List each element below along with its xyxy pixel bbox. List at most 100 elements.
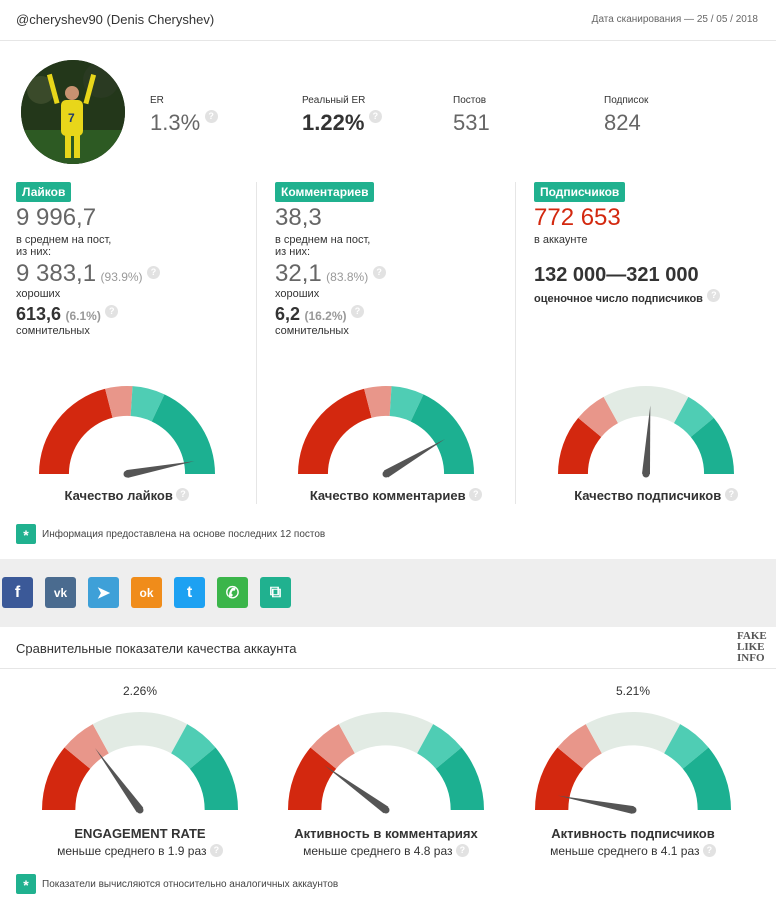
comments-quality-gauge <box>298 386 474 478</box>
comments-doubt-caption: сомнительных <box>275 325 349 337</box>
gauge-segment <box>585 712 681 754</box>
help-icon[interactable]: ? <box>702 844 716 857</box>
help-icon[interactable]: ? <box>209 844 223 857</box>
likes-avg-caption: в среднем на пост, <box>16 234 112 246</box>
svg-text:7: 7 <box>68 111 75 125</box>
compare-divider <box>0 668 776 669</box>
copy-icon: ⧉ <box>269 583 282 601</box>
engagement-rate-gauge <box>42 712 238 814</box>
help-icon[interactable]: ? <box>707 289 721 302</box>
comment-activity-gauge <box>288 712 484 814</box>
gauge-needle <box>557 795 634 814</box>
subs-value: 824 <box>604 110 641 135</box>
comments-tag: Комментариев <box>275 182 375 202</box>
likes-avg: 9 996,7 <box>16 204 97 231</box>
likes-good-pct: (93.9%) <box>100 270 143 284</box>
gauge-hub <box>123 470 131 478</box>
help-icon[interactable]: ? <box>368 110 382 123</box>
twitter-share-button[interactable]: t <box>174 577 205 608</box>
comments-doubt: 6,2 <box>275 304 301 324</box>
gauge-segment <box>92 712 188 754</box>
odnoklassniki-share-button[interactable]: ok <box>131 577 162 608</box>
header-title: @cheryshev90 (Denis Cheryshev) <box>16 12 215 27</box>
followers-gauge-title: Качество подписчиков <box>574 488 722 503</box>
comments-good: 32,1 <box>275 260 322 287</box>
followers-column: Подписчиков 772 653 в аккаунте 132 000—3… <box>534 182 764 307</box>
followers-compare-text: меньше среднего в 4.1 раз <box>550 844 700 858</box>
likes-good: 9 383,1 <box>16 260 97 287</box>
er-value: 1.3% <box>150 110 201 135</box>
er-label: ER <box>150 95 164 106</box>
gauge-segment <box>410 394 474 474</box>
help-icon[interactable]: ? <box>105 304 119 318</box>
followers-estimate-caption: оценочное число подписчиков <box>534 293 703 305</box>
likes-good-caption: хороших <box>16 288 61 300</box>
gauge-needle <box>324 765 389 814</box>
subs-label: Подписок <box>604 95 649 106</box>
gauge-hub <box>136 806 144 814</box>
note-last-posts: Информация предоставлена на основе после… <box>42 528 326 540</box>
telegram-share-button[interactable]: ➤ <box>88 577 119 608</box>
comments-good-pct: (83.8%) <box>326 270 369 284</box>
asterisk-icon: * <box>16 874 36 894</box>
gauge-needle <box>383 439 446 478</box>
likes-doubt-pct: (6.1%) <box>65 309 101 323</box>
likes-doubt: 613,6 <box>16 304 62 324</box>
followers-estimate: 132 000—321 000 <box>534 264 699 286</box>
note-relative: Показатели вычисляются относительно анал… <box>42 878 339 890</box>
er-compare-text: меньше среднего в 1.9 раз <box>57 844 207 858</box>
comments-good-caption: хороших <box>275 288 320 300</box>
gauge-segment <box>298 388 372 474</box>
help-icon[interactable]: ? <box>147 265 161 279</box>
help-icon[interactable]: ? <box>724 488 738 501</box>
followers-tag: Подписчиков <box>534 182 626 202</box>
comments-column: Комментариев 38,3 в среднем на пост, из … <box>275 182 505 337</box>
comments-avg: 38,3 <box>275 204 322 231</box>
gauge-hub <box>382 470 390 478</box>
likes-quality-gauge <box>39 386 215 478</box>
likes-avg-caption-2: из них: <box>16 246 52 258</box>
odnoklassniki-icon: ok <box>139 585 154 600</box>
comments-gauge-title: Качество комментариев <box>309 488 466 503</box>
posts-label: Постов <box>453 95 487 106</box>
er-gauge-title: ENGAGEMENT RATE <box>74 826 206 841</box>
real-er-label: Реальный ER <box>302 95 366 106</box>
real-er-value: 1.22% <box>302 110 365 135</box>
gauge-needle <box>95 748 144 813</box>
facebook-share-button[interactable]: f <box>2 577 33 608</box>
comments-avg-caption-2: из них: <box>275 246 311 258</box>
column-divider <box>515 182 516 504</box>
followers-quality-gauge <box>558 386 734 478</box>
help-icon[interactable]: ? <box>372 265 386 279</box>
comments-avg-caption: в среднем на пост, <box>275 234 371 246</box>
twitter-icon: t <box>186 583 193 601</box>
er-top-value: 2.26% <box>122 684 158 698</box>
copy-share-button[interactable]: ⧉ <box>260 577 291 608</box>
gauge-segment <box>603 386 689 424</box>
help-icon[interactable]: ? <box>176 488 190 501</box>
help-icon[interactable]: ? <box>469 488 483 501</box>
column-divider <box>256 182 257 504</box>
whatsapp-share-button[interactable]: ✆ <box>217 577 248 608</box>
help-icon[interactable]: ? <box>350 304 364 318</box>
followers-count-caption: в аккаунте <box>534 234 588 246</box>
vk-icon: vk <box>53 585 68 600</box>
likes-doubt-caption: сомнительных <box>16 325 90 337</box>
share-buttons: f vk ➤ ok t ✆ ⧉ <box>2 577 291 608</box>
comments-compare-text: меньше среднего в 4.8 раз <box>303 844 453 858</box>
vk-share-button[interactable]: vk <box>45 577 76 608</box>
facebook-icon: f <box>14 583 21 601</box>
avatar: 7 <box>21 60 125 164</box>
whatsapp-icon: ✆ <box>225 584 240 602</box>
header-divider <box>0 40 776 41</box>
likes-tag: Лайков <box>16 182 72 202</box>
posts-value: 531 <box>453 110 490 135</box>
compare-title: Сравнительные показатели качества аккаун… <box>16 641 297 656</box>
comments-doubt-pct: (16.2%) <box>304 309 347 323</box>
help-icon[interactable]: ? <box>455 844 469 857</box>
followers-top-value: 5.21% <box>615 684 651 698</box>
telegram-icon: ➤ <box>96 584 111 602</box>
help-icon[interactable]: ? <box>204 110 218 123</box>
gauge-hub <box>629 806 637 814</box>
gauge-hub <box>382 806 390 814</box>
